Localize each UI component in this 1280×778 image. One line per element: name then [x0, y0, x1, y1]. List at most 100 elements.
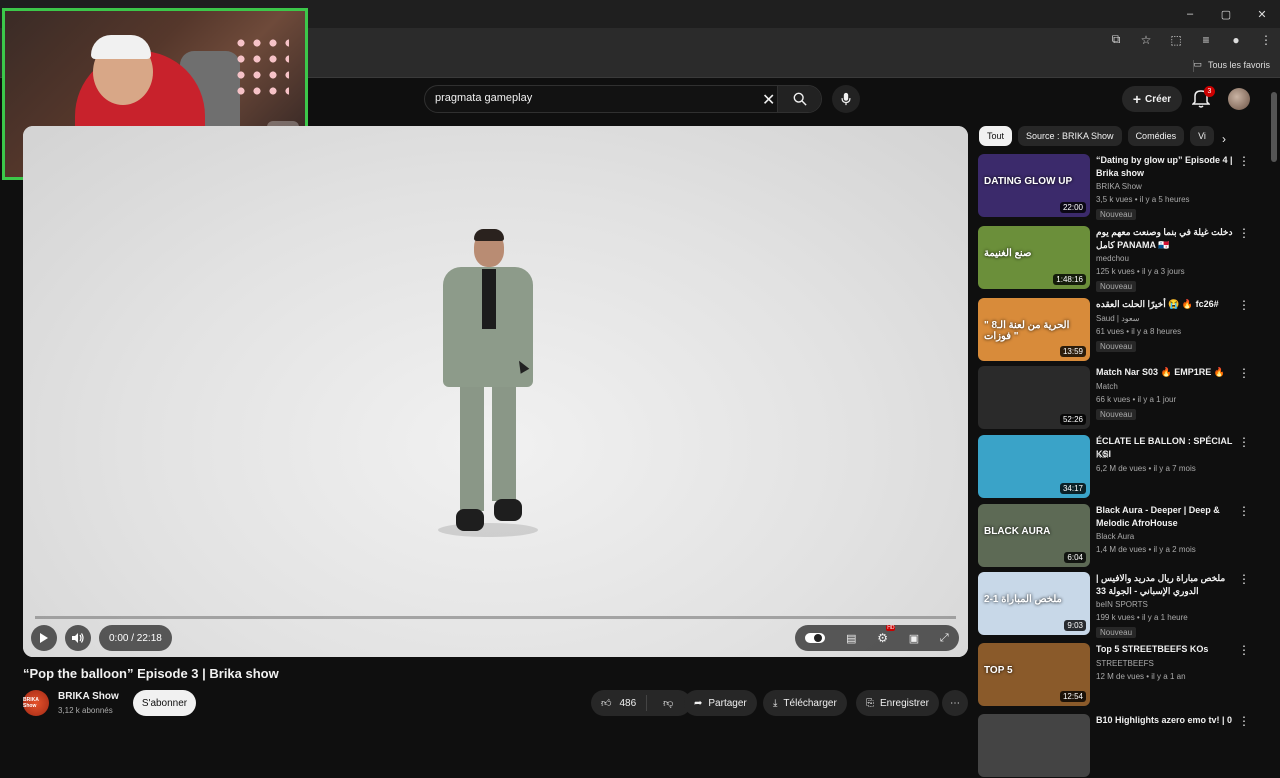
recommendation-title[interactable]: أخيرًا الحلت العقده 😭 🔥 fc26#: [1096, 298, 1236, 311]
more-options-icon[interactable]: ⋮: [1238, 504, 1250, 518]
profile-icon[interactable]: ●: [1228, 33, 1244, 47]
recommendation-thumbnail[interactable]: " الحرية من لعنة الـ8 فوزات " 13:59: [978, 298, 1090, 361]
settings-icon[interactable]: ⚙ HD: [877, 625, 896, 645]
search-box[interactable]: ✕: [424, 85, 822, 113]
extensions-icon[interactable]: ⬚: [1168, 33, 1184, 47]
recommendation-title[interactable]: Top 5 STREETBEEFS KOs: [1096, 643, 1236, 656]
recommendation-item[interactable]: TOP 5 12:54 Top 5 STREETBEEFS KOs STREETBEE…: [978, 643, 1254, 707]
chevron-right-icon[interactable]: ›: [1222, 132, 1226, 146]
play-button[interactable]: [31, 625, 57, 651]
recommendation-channel[interactable]: KSI: [1096, 451, 1109, 460]
recommendation-thumbnail[interactable]: صنع الغنيمة 1:48:16: [978, 226, 1090, 289]
recommendation-title[interactable]: Match Nar S03 🔥 EMP1RE 🔥: [1096, 366, 1236, 379]
miniplayer-icon[interactable]: ▣: [909, 632, 919, 645]
recommendation-channel[interactable]: beIN SPORTS: [1096, 600, 1148, 609]
download-button[interactable]: ⤓ Télécharger: [763, 690, 847, 716]
search-button[interactable]: [777, 86, 821, 112]
create-button[interactable]: + Créer: [1122, 86, 1182, 112]
more-options-icon[interactable]: ⋮: [1238, 226, 1250, 240]
recommendation-title[interactable]: B10 Highlights azero emo tv! | 0: [1096, 714, 1236, 727]
all-bookmarks-folder[interactable]: ▭ Tous les favoris: [1193, 59, 1270, 70]
recommendation-channel[interactable]: Match: [1096, 382, 1118, 391]
recommendation-title[interactable]: ÉCLATE LE BALLON : SPÉCIAL KSI: [1096, 435, 1236, 461]
recommendation-title[interactable]: دخلت غيلة في بنما وصنعت معهم يوم كامل PA…: [1096, 226, 1236, 252]
recommendation-item[interactable]: BLACK AURA 6:04 Black Aura - Deeper | Deep…: [978, 504, 1254, 568]
chip-comedies[interactable]: Comédies: [1127, 126, 1185, 146]
video-duration: 1:48:16: [1053, 274, 1086, 285]
subtitles-icon[interactable]: ▤: [846, 632, 856, 645]
media-controls-icon[interactable]: ≡: [1198, 33, 1214, 47]
new-badge: Nouveau: [1096, 209, 1137, 220]
save-label: Enregistrer: [880, 697, 929, 709]
share-button[interactable]: ➦ Partager: [684, 690, 757, 716]
thumbs-down-icon: 👎︎: [663, 698, 674, 709]
recommendation-item[interactable]: DATING GLOW UP 22:00 “Dating by glow up” E…: [978, 154, 1254, 220]
recommendation-item[interactable]: 34:17 ÉCLATE LE BALLON : SPÉCIAL KSI KSI 6,…: [978, 435, 1254, 499]
recommendation-item[interactable]: 52:26 Match Nar S03 🔥 EMP1RE 🔥 Match 66 k v…: [978, 366, 1254, 430]
channel-avatar[interactable]: BRIKA Show: [23, 690, 49, 716]
thumbnail-overlay-text: صنع الغنيمة: [984, 248, 1032, 259]
volume-button[interactable]: [65, 625, 91, 651]
recommendation-channel[interactable]: Black Aura: [1096, 532, 1134, 541]
download-label: Télécharger: [783, 697, 837, 709]
recommendation-item[interactable]: ملخص المباراة 1-2 9:03 ملخص مباراة ريال مد…: [978, 572, 1254, 638]
recommendation-title[interactable]: ملخص مباراة ريال مدريد والافيس | الدوري …: [1096, 572, 1236, 598]
recommendation-item[interactable]: B10 Highlights azero emo tv! | 0 ⋮: [978, 714, 1254, 778]
video-player[interactable]: 0:00 / 22:18 ▤ ⚙ HD ▣ ⤢: [23, 126, 968, 657]
recommendation-title[interactable]: “Dating by glow up” Episode 4 | Brika sh…: [1096, 154, 1236, 180]
more-options-icon[interactable]: ⋮: [1238, 435, 1250, 449]
more-options-icon[interactable]: ⋮: [1238, 714, 1250, 728]
notifications-button[interactable]: 3: [1191, 86, 1216, 110]
bookmark-star-icon[interactable]: ☆: [1138, 33, 1154, 47]
fullscreen-icon[interactable]: ⤢: [940, 632, 949, 645]
more-options-icon[interactable]: ⋮: [1238, 572, 1250, 586]
recommendation-thumbnail[interactable]: ملخص المباراة 1-2 9:03: [978, 572, 1090, 635]
all-bookmarks-label: Tous les favoris: [1207, 59, 1270, 70]
recommendation-thumbnail[interactable]: [978, 714, 1090, 777]
like-dislike-group: 👍︎ 486 👎︎: [591, 690, 691, 716]
chip-source[interactable]: Source : BRIKA Show: [1018, 126, 1122, 146]
recommendation-thumbnail[interactable]: 52:26: [978, 366, 1090, 429]
search-input[interactable]: [435, 92, 755, 104]
recommendation-title[interactable]: Black Aura - Deeper | Deep & Melodic Afr…: [1096, 504, 1236, 530]
more-options-icon[interactable]: ⋮: [1238, 298, 1250, 312]
chip-all[interactable]: Tout: [979, 126, 1013, 146]
channel-name[interactable]: BRIKA Show: [58, 691, 119, 702]
create-label: Créer: [1145, 93, 1172, 105]
recommendation-item[interactable]: " الحرية من لعنة الـ8 فوزات " 13:59 أخيرًا…: [978, 298, 1254, 362]
save-button[interactable]: ⎘ Enregistrer: [856, 690, 939, 716]
voice-search-button[interactable]: [832, 85, 860, 113]
recommendation-thumbnail[interactable]: TOP 5 12:54: [978, 643, 1090, 706]
cast-icon[interactable]: ⧉: [1108, 32, 1124, 47]
close-window-button[interactable]: ✕: [1244, 0, 1280, 28]
recommendation-meta: 199 k vues • il y a 1 heure: [1096, 613, 1188, 622]
recommendation-channel[interactable]: STREETBEEFS: [1096, 659, 1154, 668]
minimize-button[interactable]: –: [1172, 0, 1208, 28]
recommendation-thumbnail[interactable]: 34:17: [978, 435, 1090, 498]
search-icon: [793, 92, 807, 106]
recommendation-channel[interactable]: Saud | سعود: [1096, 314, 1139, 323]
chip-partial[interactable]: Vi: [1190, 126, 1215, 146]
subscribe-button[interactable]: S'abonner: [133, 690, 196, 716]
progress-bar[interactable]: [35, 616, 956, 619]
recommendation-channel[interactable]: BRIKA Show: [1096, 182, 1142, 191]
more-options-icon[interactable]: ⋮: [1238, 366, 1250, 380]
more-options-icon[interactable]: ⋮: [1238, 154, 1250, 168]
browser-menu-icon[interactable]: ⋮: [1258, 33, 1274, 47]
more-options-icon[interactable]: ⋮: [1238, 643, 1250, 657]
account-avatar[interactable]: [1228, 88, 1250, 110]
recommendation-thumbnail[interactable]: BLACK AURA 6:04: [978, 504, 1090, 567]
recommendation-thumbnail[interactable]: DATING GLOW UP 22:00: [978, 154, 1090, 217]
download-icon: ⤓: [773, 697, 778, 709]
video-title: “Pop the balloon” Episode 3 | Brika show: [23, 666, 279, 681]
like-button[interactable]: 👍︎ 486: [591, 695, 648, 711]
more-actions-button[interactable]: ⋯: [942, 690, 968, 716]
dislike-button[interactable]: 👎︎: [653, 697, 683, 709]
restore-button[interactable]: ▢: [1208, 0, 1244, 28]
recommendation-meta: 61 vues • il y a 8 heures: [1096, 327, 1182, 336]
recommendation-item[interactable]: صنع الغنيمة 1:48:16 دخلت غيلة في بنما وصنع…: [978, 226, 1254, 292]
page-scrollbar[interactable]: [1271, 92, 1277, 162]
autoplay-toggle[interactable]: [805, 633, 826, 643]
recommendation-channel[interactable]: medchou: [1096, 254, 1129, 263]
clear-search-icon[interactable]: ✕: [762, 90, 775, 110]
